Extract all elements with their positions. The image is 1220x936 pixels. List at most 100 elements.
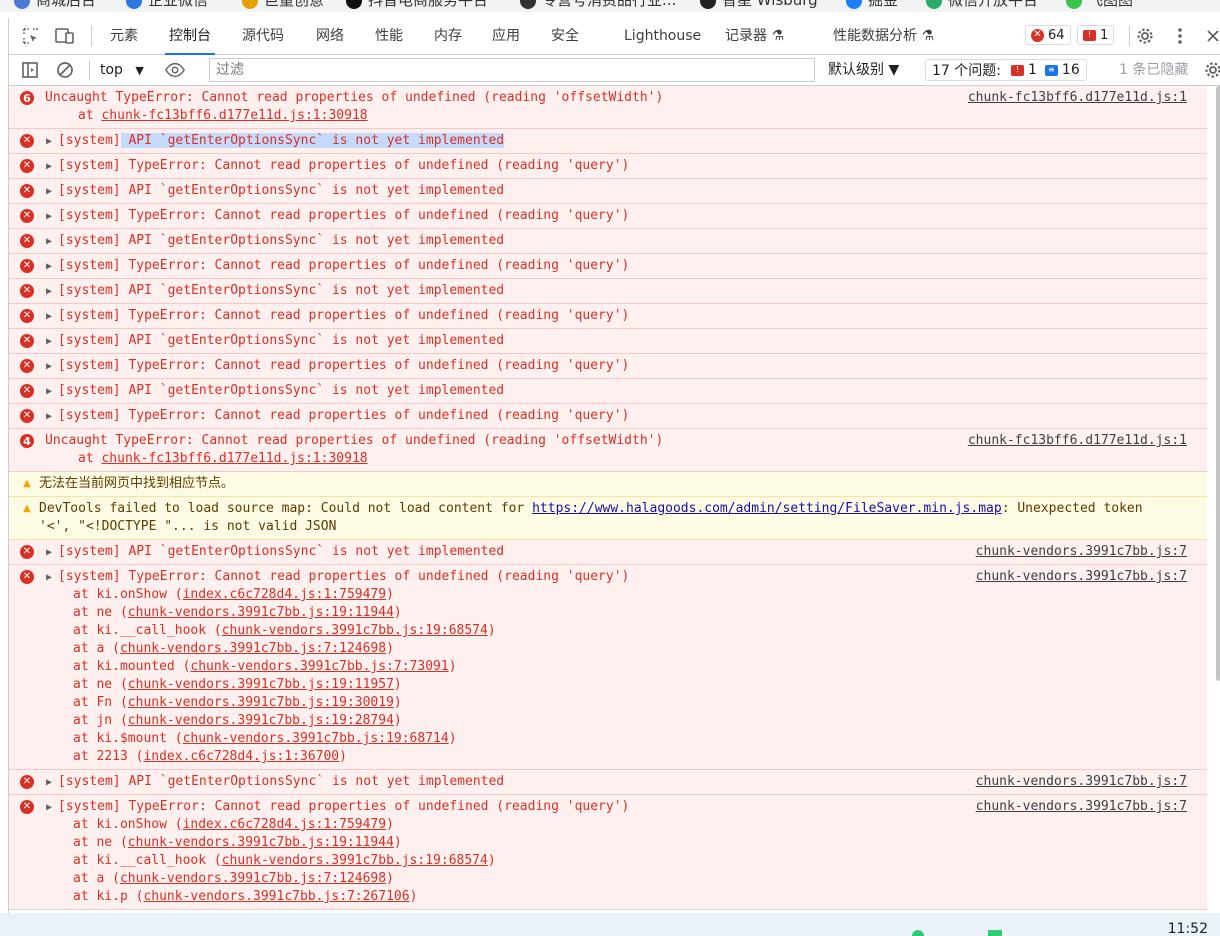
bookmark-item[interactable]: 企业微信 xyxy=(126,0,208,10)
log-entry[interactable]: 4 Uncaught TypeError: Cannot read proper… xyxy=(9,429,1207,472)
expand-triangle-icon[interactable]: ▶ xyxy=(46,569,52,587)
log-entry-warning[interactable]: ▲ 无法在当前网页中找到相应节点。 xyxy=(9,472,1207,497)
issues-counter[interactable]: 17 个问题: ! 1 ≡ 16 xyxy=(925,59,1087,81)
log-entry[interactable]: ✕ ▶ [system] API `getEnterOptionsSync` is… xyxy=(9,540,1207,565)
expand-triangle-icon[interactable]: ▶ xyxy=(46,408,52,426)
tab-performance-insights[interactable]: 性能数据分析 ⚗ xyxy=(833,18,934,54)
log-entry[interactable]: ✕ ▶ [system] API `getEnterOptionsSync` is… xyxy=(9,329,1207,354)
hidden-messages-count: 1 条已隐藏 xyxy=(1119,62,1189,78)
source-link[interactable]: chunk-vendors.3991c7bb.js:7 xyxy=(976,798,1187,816)
bookmark-item[interactable]: 专营号消费品行业... xyxy=(520,0,676,10)
expand-triangle-icon[interactable]: ▶ xyxy=(46,544,52,562)
source-link[interactable]: chunk-fc13bff6.d177e11d.js:1 xyxy=(968,432,1187,450)
bookmark-item[interactable]: 抖音电商服务平台 xyxy=(346,0,488,10)
expand-triangle-icon[interactable]: ▶ xyxy=(46,333,52,351)
expand-triangle-icon[interactable]: ▶ xyxy=(46,308,52,326)
log-level-selector[interactable]: 默认级别 ▼ xyxy=(828,55,899,85)
source-link[interactable]: chunk-vendors.3991c7bb.js:7:124698 xyxy=(120,641,386,656)
tab-lighthouse[interactable]: Lighthouse xyxy=(624,18,701,54)
log-entry[interactable]: ✕ ▶ [system] TypeError: Cannot read prope… xyxy=(9,154,1207,179)
tray-icon[interactable] xyxy=(912,930,924,936)
log-entry[interactable]: ✕ ▶ [system] API `getEnterOptionsSync` is… xyxy=(9,179,1207,204)
tab-elements[interactable]: 元素 xyxy=(110,18,138,54)
context-selector[interactable]: top ▼ xyxy=(100,55,144,85)
tab-application[interactable]: 应用 xyxy=(492,18,520,54)
bookmark-item[interactable]: 掘金 xyxy=(846,0,898,10)
source-link[interactable]: index.c6c728d4.js:1:759479 xyxy=(183,817,387,832)
expand-triangle-icon[interactable]: ▶ xyxy=(46,258,52,276)
source-link[interactable]: chunk-vendors.3991c7bb.js:19:28794 xyxy=(128,713,394,728)
tab-sources[interactable]: 源代码 xyxy=(242,18,284,54)
source-link[interactable]: index.c6c728d4.js:1:759479 xyxy=(183,587,387,602)
log-entry[interactable]: ✕ ▶ [system] API `getEnterOptionsSync` is… xyxy=(9,129,1207,154)
eye-icon[interactable] xyxy=(165,60,185,80)
sidebar-toggle-icon[interactable] xyxy=(20,60,40,80)
expand-triangle-icon[interactable]: ▶ xyxy=(46,183,52,201)
tab-recorder[interactable]: 记录器 ⚗ xyxy=(725,18,784,54)
log-entry[interactable]: ✕ ▶ [system] API `getEnterOptionsSync` is… xyxy=(9,379,1207,404)
bookmark-item[interactable]: 飞图图 xyxy=(1066,0,1133,10)
tab-console[interactable]: 控制台 xyxy=(165,18,215,55)
source-link[interactable]: chunk-vendors.3991c7bb.js:19:68574 xyxy=(222,623,488,638)
bookmark-item[interactable]: 智星 Wisburg xyxy=(700,0,818,10)
tray-icon[interactable] xyxy=(988,930,1002,936)
log-entry[interactable]: ✕ ▶ [system] TypeError: Cannot read prope… xyxy=(9,304,1207,329)
tab-memory[interactable]: 内存 xyxy=(434,18,462,54)
source-link[interactable]: chunk-fc13bff6.d177e11d.js:1:30918 xyxy=(101,451,367,466)
source-link[interactable]: chunk-vendors.3991c7bb.js:19:30019 xyxy=(128,695,394,710)
source-link[interactable]: chunk-vendors.3991c7bb.js:19:11944 xyxy=(128,605,394,620)
bookmark-item[interactable]: 商城后台 xyxy=(14,0,96,10)
tab-performance[interactable]: 性能 xyxy=(375,18,403,54)
inspect-element-icon[interactable] xyxy=(21,26,41,46)
log-entry[interactable]: ✕ ▶ [system] TypeError: Cannot read prope… xyxy=(9,795,1207,910)
source-link[interactable]: index.c6c728d4.js:1:36700 xyxy=(143,749,339,764)
console-scrollbar[interactable] xyxy=(1216,86,1220,681)
source-link[interactable]: chunk-vendors.3991c7bb.js:19:11957 xyxy=(128,677,394,692)
stack-frame: at chunk-fc13bff6.d177e11d.js:1:30918 xyxy=(78,108,368,123)
source-link[interactable]: chunk-vendors.3991c7bb.js:7:73091 xyxy=(190,659,448,674)
log-entry[interactable]: ✕ ▶ [system] API `getEnterOptionsSync` is… xyxy=(9,229,1207,254)
log-entry[interactable]: ✕ ▶ [system] TypeError: Cannot read prope… xyxy=(9,204,1207,229)
console-settings-icon[interactable] xyxy=(1203,60,1220,80)
filter-input[interactable] xyxy=(209,58,815,82)
log-entry[interactable]: ✕ ▶ [system] TypeError: Cannot read prope… xyxy=(9,565,1207,770)
log-entry[interactable]: ✕ ▶ [system] API `getEnterOptionsSync` is… xyxy=(9,770,1207,795)
more-options-icon[interactable] xyxy=(1170,26,1190,46)
close-icon[interactable] xyxy=(1203,26,1220,46)
expand-triangle-icon[interactable]: ▶ xyxy=(46,774,52,792)
source-map-link[interactable]: https://www.halagoods.com/admin/setting/… xyxy=(532,501,1002,516)
bookmark-item[interactable]: 微信开放平台 xyxy=(926,0,1038,10)
source-link[interactable]: chunk-vendors.3991c7bb.js:7 xyxy=(976,543,1187,561)
clear-console-icon[interactable] xyxy=(55,60,75,80)
expand-triangle-icon[interactable]: ▶ xyxy=(46,358,52,376)
expand-triangle-icon[interactable]: ▶ xyxy=(46,158,52,176)
log-entry[interactable]: ✕ ▶ [system] TypeError: Cannot read prope… xyxy=(9,354,1207,379)
source-link[interactable]: chunk-vendors.3991c7bb.js:19:11944 xyxy=(128,835,394,850)
source-link[interactable]: chunk-fc13bff6.d177e11d.js:1 xyxy=(968,89,1187,107)
source-link[interactable]: chunk-vendors.3991c7bb.js:19:68574 xyxy=(222,853,488,868)
log-entry[interactable]: ✕ ▶ [system] TypeError: Cannot read prope… xyxy=(9,404,1207,429)
error-count-badge[interactable]: ✕ 64 xyxy=(1025,25,1071,45)
source-link[interactable]: chunk-vendors.3991c7bb.js:7 xyxy=(976,568,1187,586)
expand-triangle-icon[interactable]: ▶ xyxy=(46,208,52,226)
expand-triangle-icon[interactable]: ▶ xyxy=(46,799,52,817)
expand-triangle-icon[interactable]: ▶ xyxy=(46,383,52,401)
bookmark-item[interactable]: 巨量创意 xyxy=(242,0,324,10)
expand-triangle-icon[interactable]: ▶ xyxy=(46,233,52,251)
device-toolbar-icon[interactable] xyxy=(55,26,75,46)
source-link[interactable]: chunk-vendors.3991c7bb.js:7:267106 xyxy=(143,889,409,904)
expand-triangle-icon[interactable]: ▶ xyxy=(46,133,52,151)
gear-icon[interactable] xyxy=(1135,26,1155,46)
log-entry[interactable]: ✕ ▶ [system] TypeError: Cannot read prope… xyxy=(9,254,1207,279)
tab-security[interactable]: 安全 xyxy=(551,18,579,54)
source-link[interactable]: chunk-vendors.3991c7bb.js:7 xyxy=(976,773,1187,791)
source-link[interactable]: chunk-vendors.3991c7bb.js:7:124698 xyxy=(120,871,386,886)
tab-network[interactable]: 网络 xyxy=(316,18,344,54)
issue-count-badge[interactable]: ! 1 xyxy=(1077,25,1115,45)
source-link[interactable]: chunk-fc13bff6.d177e11d.js:1:30918 xyxy=(101,108,367,123)
log-entry-warning[interactable]: ▲ DevTools failed to load source map: Co… xyxy=(9,497,1207,540)
log-entry[interactable]: 6 Uncaught TypeError: Cannot read proper… xyxy=(9,86,1207,129)
expand-triangle-icon[interactable]: ▶ xyxy=(46,283,52,301)
source-link[interactable]: chunk-vendors.3991c7bb.js:19:68714 xyxy=(183,731,449,746)
log-entry[interactable]: ✕ ▶ [system] API `getEnterOptionsSync` is… xyxy=(9,279,1207,304)
